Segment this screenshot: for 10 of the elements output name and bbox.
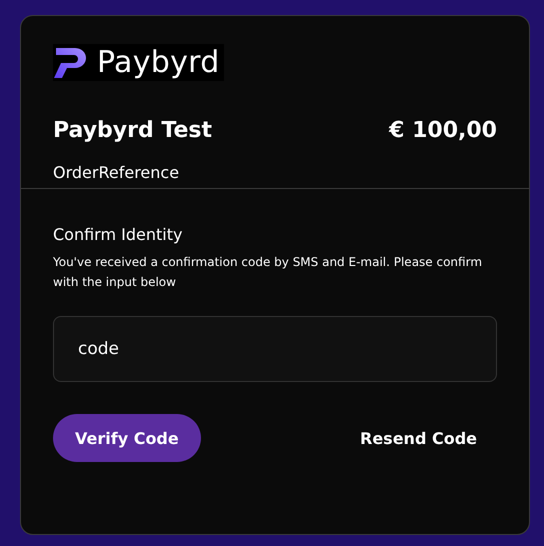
section-title: Confirm Identity	[53, 225, 184, 244]
code-field[interactable]: code	[53, 316, 497, 382]
instruction-text: You've received a confirmation code by SMS and E-mail. Please confirm with the input below	[53, 254, 484, 291]
amount: € 100,00	[389, 118, 497, 142]
verify-button[interactable]: Verify Code	[53, 414, 201, 462]
order-reference: OrderReference	[53, 162, 180, 182]
logo-icon	[53, 46, 89, 80]
resend-button[interactable]: Resend Code	[340, 428, 497, 448]
merchant-name: Paybyrd Test	[53, 118, 212, 142]
logo: Paybyrd	[53, 44, 224, 81]
